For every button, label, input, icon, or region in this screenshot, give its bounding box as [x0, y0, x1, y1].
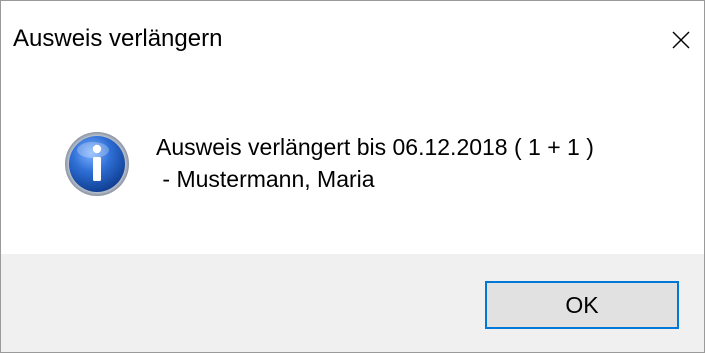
message-line-1: Ausweis verlängert bis 06.12.2018 ( 1 + … [156, 134, 594, 160]
ok-button[interactable]: OK [485, 281, 679, 329]
message-text: Ausweis verlängert bis 06.12.2018 ( 1 + … [156, 131, 594, 195]
dialog-footer: OK [1, 254, 704, 352]
message-dialog: Ausweis verlängern Ausweis verlängert bi… [0, 0, 705, 353]
close-button[interactable] [658, 1, 704, 79]
dialog-content: Ausweis verlängert bis 06.12.2018 ( 1 + … [1, 79, 704, 254]
window-title: Ausweis verlängern [13, 25, 223, 52]
info-icon [63, 130, 131, 198]
close-icon [671, 30, 691, 50]
message-line-2: - Mustermann, Maria [156, 166, 375, 192]
title-bar[interactable]: Ausweis verlängern [1, 1, 704, 79]
